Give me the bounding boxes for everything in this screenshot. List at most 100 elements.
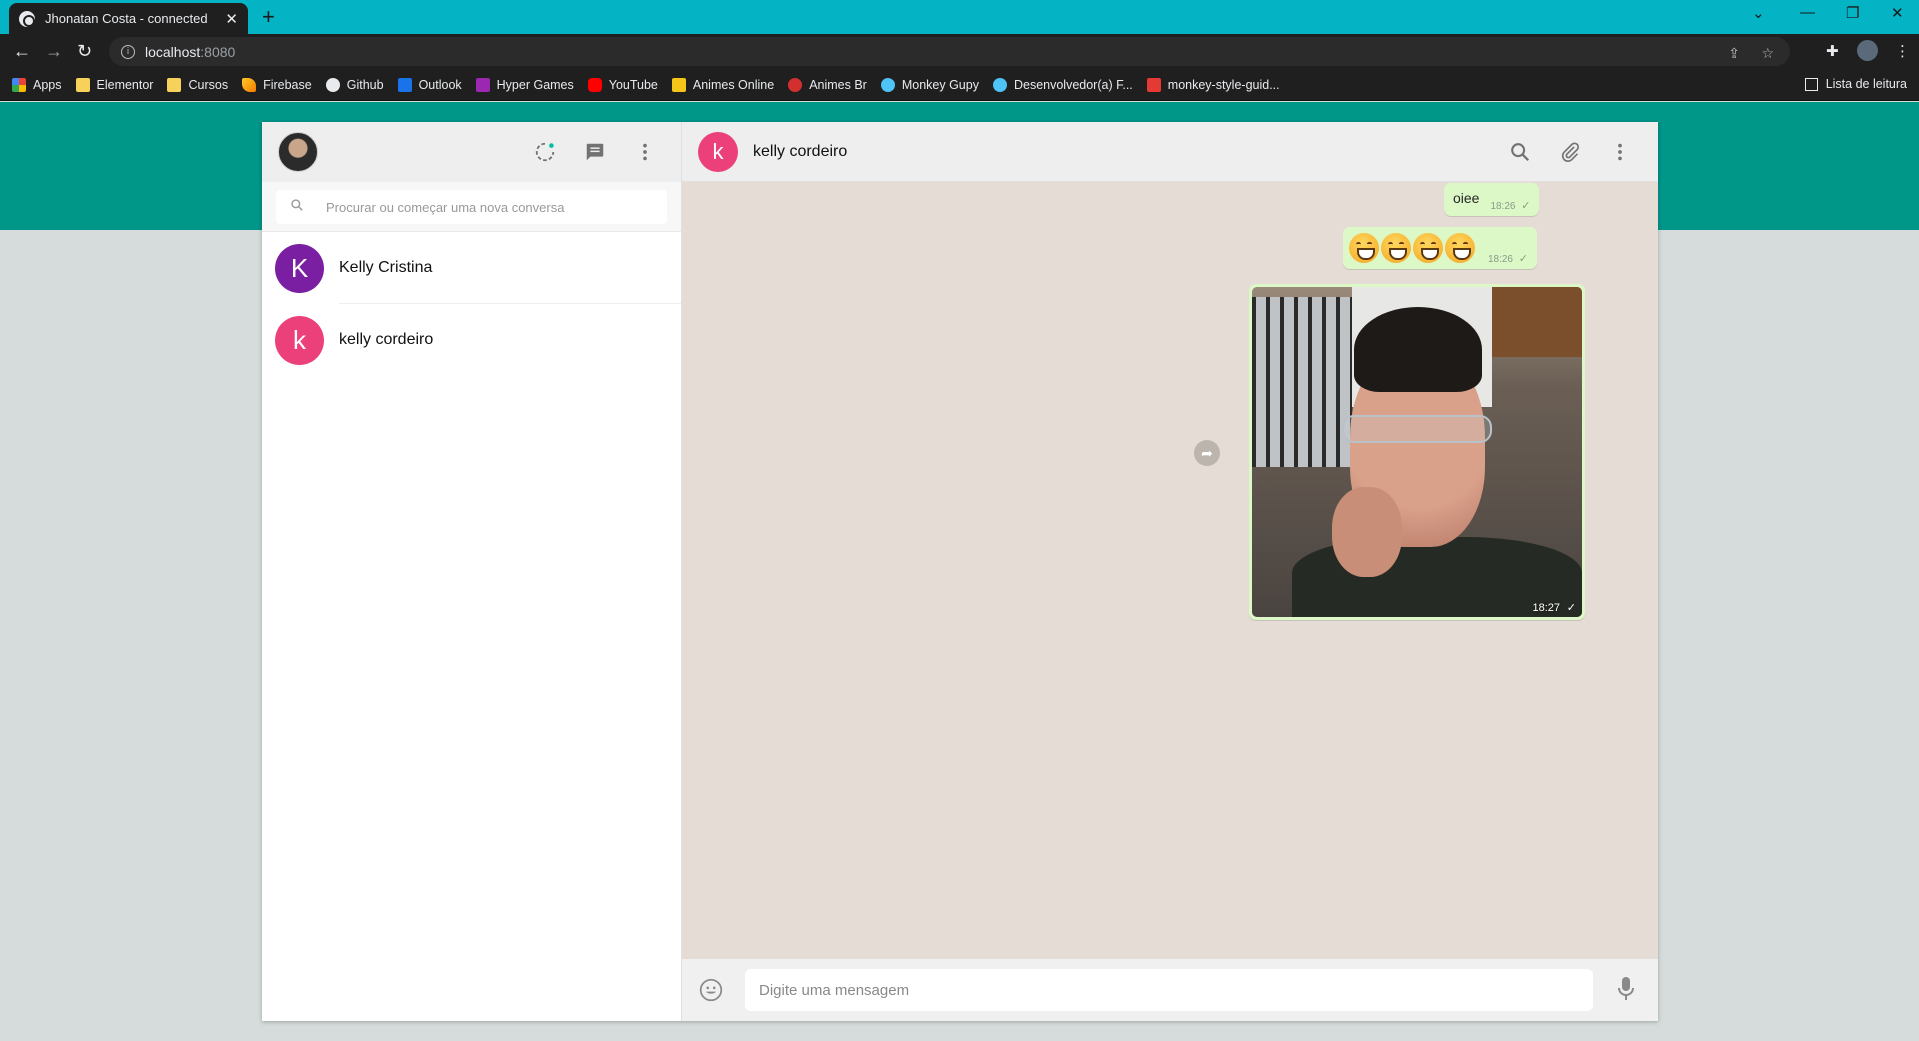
reading-list-button[interactable]: Lista de leitura — [1804, 77, 1907, 91]
message-time: 18:26 — [1487, 254, 1513, 265]
bookmark-firebase[interactable]: Firebase — [242, 77, 312, 92]
bookmark-animes-br[interactable]: Animes Br — [788, 77, 867, 92]
sidebar-header — [262, 122, 681, 182]
message-bubble-emoji[interactable]: 18:26 ✓ — [1343, 227, 1537, 269]
folder-icon — [167, 77, 182, 92]
bookmark-outlook[interactable]: Outlook — [397, 77, 462, 92]
back-arrow-icon[interactable]: ← — [13, 40, 31, 62]
message-composer — [682, 959, 1658, 1021]
message-bubble-image[interactable]: 18:27 ✓ — [1249, 284, 1585, 620]
grinning-emoji-icon — [1413, 233, 1443, 263]
grinning-emoji-icon — [1349, 233, 1379, 263]
forward-arrow-icon[interactable]: ➦ — [1194, 440, 1220, 466]
globe-icon — [19, 10, 35, 27]
grinning-emoji-icon — [1381, 233, 1411, 263]
tab-search-icon[interactable]: ⌄ — [1752, 4, 1765, 22]
sent-check-icon: ✓ — [1518, 253, 1528, 265]
new-tab-button[interactable]: + — [262, 6, 275, 28]
message-bubble-text[interactable]: oiee 18:26 ✓ — [1444, 183, 1540, 216]
url-port: :8080 — [200, 43, 236, 60]
bookmark-monkey-gupy[interactable]: Monkey Gupy — [880, 77, 979, 92]
animes-br-icon — [788, 77, 803, 92]
profile-avatar-icon[interactable] — [1857, 40, 1878, 61]
sent-check-icon: ✓ — [1566, 602, 1576, 614]
bookmark-elementor[interactable]: Elementor — [75, 77, 153, 92]
search-box — [276, 190, 667, 224]
attach-paperclip-icon[interactable] — [1558, 140, 1582, 164]
contact-avatar: K — [275, 243, 324, 293]
developer-icon — [992, 77, 1007, 92]
chat-app-window: K Kelly Cristina k kelly cordeiro k kell… — [262, 122, 1658, 1021]
browser-tab[interactable]: Jhonatan Costa - connected ✕ — [9, 3, 248, 34]
bookmark-label: Cursos — [188, 77, 229, 92]
bookmark-apps[interactable]: Apps — [12, 77, 62, 92]
bookmark-label: Hyper Games — [496, 77, 574, 92]
search-container — [262, 182, 681, 232]
reload-icon[interactable]: ↻ — [77, 40, 92, 62]
microphone-icon[interactable] — [1614, 975, 1638, 1008]
contact-name: Kelly Cristina — [339, 258, 433, 276]
bookmark-label: Animes Br — [809, 77, 867, 92]
new-chat-icon[interactable] — [583, 140, 607, 164]
bookmark-label: Github — [346, 77, 384, 92]
browser-menu-icon[interactable]: ⋮ — [1895, 42, 1910, 60]
bookmark-cursos[interactable]: Cursos — [167, 77, 229, 92]
chat-menu-dots-icon[interactable] — [1608, 140, 1632, 164]
message-input[interactable] — [745, 969, 1593, 1011]
bookmark-label: Desenvolvedor(a) F... — [1013, 77, 1133, 92]
bookmark-github[interactable]: Github — [325, 77, 384, 92]
message-time: 18:26 — [1490, 201, 1516, 212]
chat-header: k kelly cordeiro — [682, 122, 1658, 182]
sidebar: K Kelly Cristina k kelly cordeiro — [262, 122, 682, 1021]
chat-contact-avatar[interactable]: k — [698, 131, 738, 172]
crown-icon — [671, 77, 686, 92]
chat-contact-name[interactable]: kelly cordeiro — [753, 143, 847, 161]
bookmark-label: monkey-style-guid... — [1167, 77, 1280, 92]
bookmark-hyper-games[interactable]: Hyper Games — [475, 77, 574, 92]
search-input[interactable] — [326, 199, 667, 215]
contact-list: K Kelly Cristina k kelly cordeiro — [262, 232, 681, 1021]
bookmark-label: Apps — [33, 77, 62, 92]
hyper-games-icon — [475, 77, 490, 92]
folder-icon — [75, 77, 90, 92]
restore-icon[interactable]: ❐ — [1846, 4, 1859, 22]
contact-item-kelly-cristina[interactable]: K Kelly Cristina — [262, 232, 681, 304]
reading-list-icon — [1804, 77, 1818, 91]
address-bar[interactable]: i localhost:8080 ⇪ ☆ — [109, 37, 1790, 66]
status-icon[interactable] — [533, 140, 557, 164]
contact-item-kelly-cordeiro[interactable]: k kelly cordeiro — [262, 304, 681, 376]
menu-dots-icon[interactable] — [633, 140, 657, 164]
bookmark-animes-online[interactable]: Animes Online — [671, 77, 775, 92]
sent-check-icon: ✓ — [1521, 200, 1531, 212]
photo-selfie-image[interactable]: 18:27 ✓ — [1252, 287, 1582, 617]
bookmark-youtube[interactable]: YouTube — [587, 77, 658, 92]
site-info-icon[interactable]: i — [121, 44, 135, 59]
bookmark-monkey-style-guide[interactable]: monkey-style-guid... — [1146, 77, 1280, 92]
messages-area: oiee 18:26 ✓ 18:26 ✓ ➦ 18:27 ✓ — [682, 182, 1658, 959]
url-text: localhost:8080 — [145, 44, 235, 60]
url-host: localhost — [145, 43, 201, 60]
reading-list-label: Lista de leitura — [1825, 77, 1907, 91]
bookmark-label: Animes Online — [692, 77, 775, 92]
bookmark-label: Monkey Gupy — [901, 77, 979, 92]
extensions-puzzle-icon[interactable]: ✚ — [1826, 42, 1839, 60]
close-window-icon[interactable]: ✕ — [1891, 4, 1904, 22]
minimize-icon[interactable]: — — [1800, 4, 1815, 21]
bookmark-star-icon[interactable]: ☆ — [1761, 45, 1774, 62]
bookmark-label: YouTube — [608, 77, 658, 92]
chat-panel: k kelly cordeiro oiee 18:26 ✓ 18:26 ✓ ➦ … — [682, 122, 1658, 1021]
share-icon[interactable]: ⇪ — [1728, 45, 1740, 62]
browser-toolbar: ← → ↻ i localhost:8080 ⇪ ☆ ✚ ⋮ — [0, 34, 1919, 69]
bookmarks-bar: Apps Elementor Cursos Firebase Github Ou… — [0, 69, 1919, 101]
apps-grid-icon — [12, 77, 26, 92]
forward-arrow-icon[interactable]: → — [45, 40, 63, 62]
outlook-icon — [397, 77, 412, 92]
contact-name: kelly cordeiro — [339, 331, 434, 348]
bookmark-developer[interactable]: Desenvolvedor(a) F... — [992, 77, 1133, 92]
my-profile-avatar[interactable] — [278, 132, 318, 172]
grinning-emoji-icon — [1445, 233, 1475, 263]
close-tab-icon[interactable]: ✕ — [225, 10, 238, 28]
search-messages-icon[interactable] — [1508, 140, 1532, 164]
emoji-picker-icon[interactable] — [698, 977, 724, 1008]
monkey-gupy-icon — [880, 77, 895, 92]
